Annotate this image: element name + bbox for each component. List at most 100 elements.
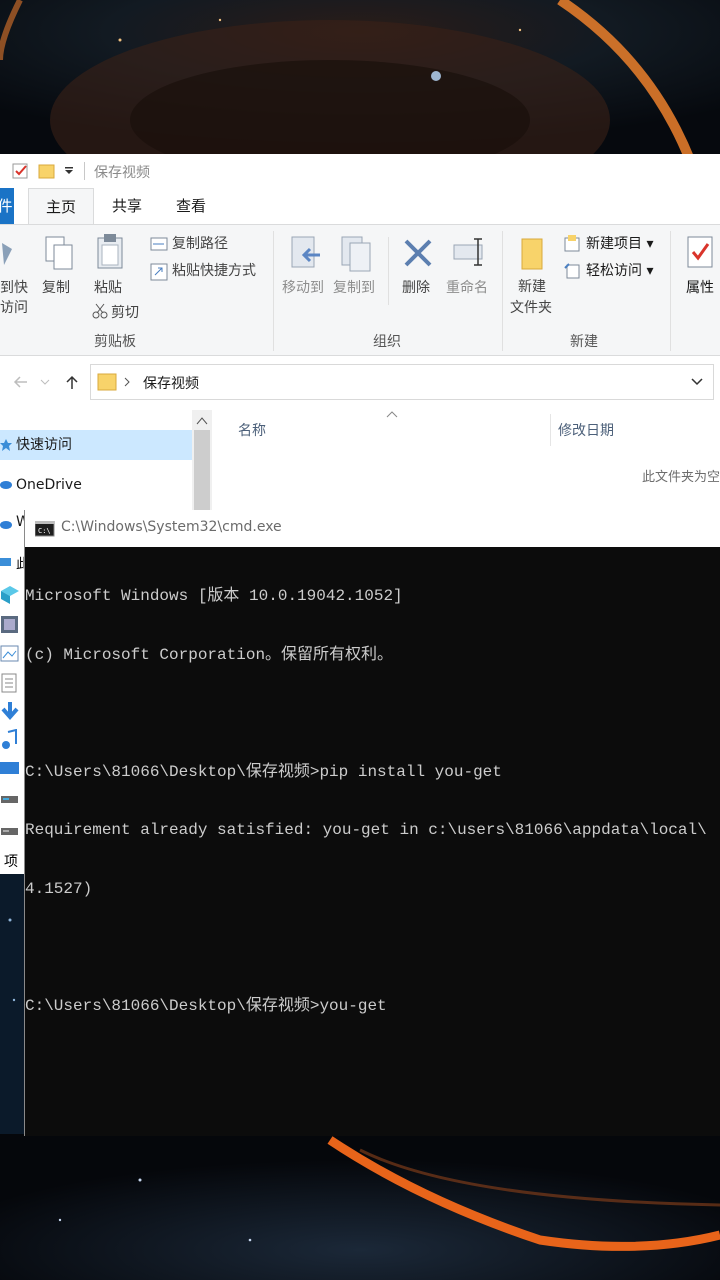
console-line: Microsoft Windows [版本 10.0.19042.1052] (25, 587, 403, 605)
console-prompt-line: C:\Users\81066\Desktop\保存视频>you-get (25, 996, 387, 1015)
back-arrow-icon[interactable] (12, 374, 28, 390)
pin-label-line2: 访问 (0, 300, 28, 316)
cmd-window[interactable]: C:\ C:\Windows\System32\cmd.exe Microsof… (24, 510, 720, 1136)
clipboard-group-label: 剪贴板 (94, 334, 136, 350)
new-folder-label-line2: 文件夹 (510, 300, 552, 316)
empty-folder-message: 此文件夹为空 (642, 470, 720, 485)
move-to-icon (291, 236, 320, 268)
nav-pane-partial: 此 项 (0, 555, 29, 874)
console-line: (c) Microsoft Corporation。保留所有权利。 (25, 645, 394, 664)
tab-share[interactable]: 共享 (104, 188, 150, 224)
delete-button[interactable]: 删除 (402, 277, 430, 297)
drive-icon (1, 796, 18, 803)
cloud-icon (0, 521, 12, 529)
properties-icon (687, 236, 713, 268)
nav-quick-access-label: 快速访问 (16, 437, 72, 453)
paste-shortcut-icon (150, 263, 168, 281)
cmd-title: C:\Windows\System32\cmd.exe (61, 519, 282, 535)
rename-button[interactable]: 重命名 (446, 277, 488, 297)
up-arrow-icon[interactable] (64, 374, 80, 390)
easy-access-icon (564, 263, 580, 279)
new-item-button[interactable]: 新建项目 ▾ (586, 233, 653, 253)
group-separator (670, 231, 671, 351)
window-title: 保存视频 (94, 165, 150, 181)
cut-button[interactable]: 剪切 (111, 302, 139, 322)
new-item-icon (564, 235, 580, 252)
pin-label-line1: 到快 (0, 280, 28, 296)
videos-icon (1, 616, 18, 633)
this-pc-icon (0, 558, 11, 566)
recent-dropdown-icon[interactable] (40, 377, 50, 387)
pin-icon (2, 243, 12, 265)
pictures-icon (0, 645, 19, 662)
nav-onedrive[interactable]: OneDrive (0, 470, 82, 500)
desktop-icon (0, 762, 19, 774)
tab-view[interactable]: 查看 (164, 188, 218, 224)
organize-group-label: 组织 (373, 334, 401, 350)
address-bar: 保存视频 (0, 356, 720, 408)
svg-text:C:\: C:\ (38, 527, 51, 535)
documents-icon (1, 673, 17, 693)
drive-icon (1, 828, 18, 835)
title-separator (84, 162, 85, 180)
properties-check-icon[interactable] (12, 162, 30, 180)
column-date-header[interactable]: 修改日期 (558, 420, 614, 440)
cloud-icon (0, 481, 12, 489)
easy-access-label: 轻松访问 (586, 263, 642, 279)
address-path-box[interactable]: 保存视频 (90, 364, 714, 400)
console-line: C:\Users\81066\Desktop\保存视频>pip install … (25, 762, 502, 781)
nav-quick-access[interactable]: 快速访问 (0, 430, 192, 460)
scroll-up-icon[interactable] (196, 416, 208, 426)
tab-home[interactable]: 主页 (28, 188, 94, 224)
easy-access-button[interactable]: 轻松访问 ▾ (586, 260, 653, 280)
paste-icon (97, 234, 123, 269)
music-icon (2, 729, 17, 749)
cmd-icon: C:\ (35, 521, 55, 537)
copy-to-button[interactable]: 复制到 (333, 277, 375, 297)
move-to-button[interactable]: 移动到 (282, 277, 324, 297)
console-line: 4.1527) (25, 879, 93, 898)
copy-path-icon (150, 237, 168, 251)
group-separator (502, 231, 503, 351)
address-dropdown-icon[interactable] (691, 377, 703, 387)
new-folder-button[interactable]: 新建 文件夹 (510, 277, 552, 319)
cmd-title-bar[interactable]: C:\ C:\Windows\System32\cmd.exe (25, 510, 720, 547)
group-separator (273, 231, 274, 351)
console-line: Requirement already satisfied: you-get i… (25, 821, 707, 839)
tab-file[interactable]: 件 (0, 188, 14, 224)
delete-icon (404, 239, 432, 267)
address-path-text: 保存视频 (143, 376, 199, 392)
paste-button[interactable]: 粘贴 (94, 277, 122, 297)
rename-icon (453, 238, 483, 266)
column-name-header[interactable]: 名称 (238, 420, 266, 440)
column-separator[interactable] (550, 414, 551, 446)
copy-to-icon (341, 236, 371, 272)
nav-item-partial[interactable]: 项 (4, 851, 18, 871)
ribbon-tabs: 件 主页 共享 查看 (0, 188, 720, 224)
3d-objects-icon (1, 586, 19, 604)
pin-to-quick-access-button[interactable]: 到快 访问 (0, 277, 28, 317)
new-folder-label-line1: 新建 (518, 279, 546, 295)
copy-icon (45, 236, 73, 270)
star-icon (0, 439, 12, 451)
sort-ascending-icon (386, 411, 398, 418)
properties-button[interactable]: 属性 (686, 277, 714, 297)
nav-onedrive-label: OneDrive (16, 477, 82, 493)
new-item-label: 新建项目 (586, 236, 642, 252)
cmd-console-output[interactable]: Microsoft Windows [版本 10.0.19042.1052] (… (25, 548, 720, 1136)
new-folder-icon (521, 238, 543, 270)
copy-path-button[interactable]: 复制路径 (172, 233, 228, 253)
downloads-icon (1, 702, 19, 721)
new-folder-quick-icon[interactable] (38, 162, 56, 180)
new-group-label: 新建 (570, 334, 598, 350)
explorer-title-bar: 保存视频 (0, 154, 720, 188)
breadcrumb-chevron-icon (124, 377, 130, 387)
customize-toolbar-icon[interactable] (64, 166, 74, 176)
ribbon-toolbar: 到快 访问 复制 粘贴 剪切 复制路径 粘贴快捷方式 剪贴板 移动到 复制到 删… (0, 224, 720, 356)
copy-button[interactable]: 复制 (42, 277, 70, 297)
cut-icon (92, 303, 108, 319)
paste-shortcut-button[interactable]: 粘贴快捷方式 (172, 260, 256, 280)
nav-scrollbar-thumb[interactable] (194, 430, 210, 510)
